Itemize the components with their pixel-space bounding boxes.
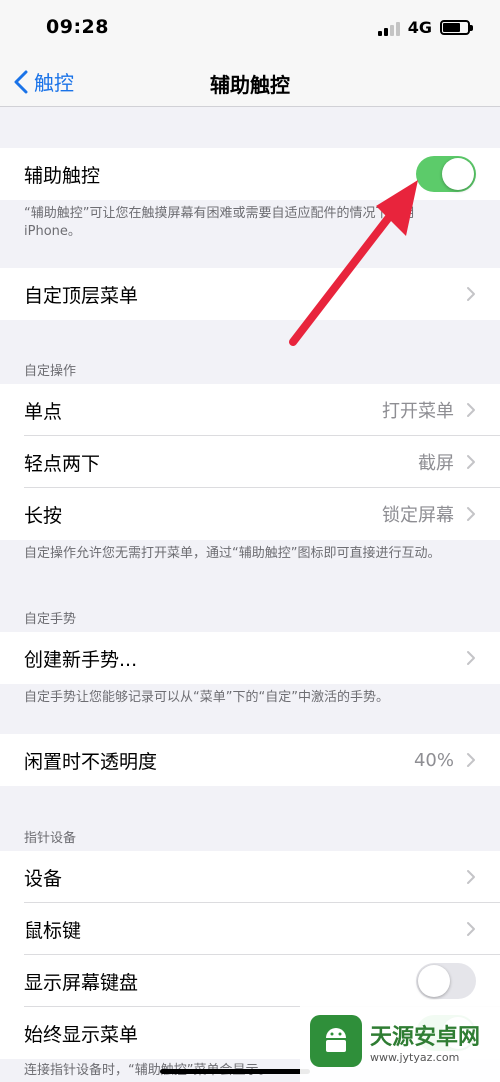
chevron-right-icon bbox=[467, 753, 475, 767]
action-value: 锁定屏幕 bbox=[382, 505, 454, 526]
navigation-bar: 触控 辅助触控 bbox=[0, 55, 500, 107]
chevron-right-icon bbox=[467, 455, 475, 469]
mouse-keys-label: 鼠标键 bbox=[24, 919, 82, 942]
custom-gestures-footer: 自定手势让您能够记录可以从“菜单”下的“自定”中激活的手势。 bbox=[24, 690, 389, 705]
mouse-keys-row[interactable]: 鼠标键 bbox=[0, 903, 500, 955]
customize-top-menu-label: 自定顶层菜单 bbox=[24, 284, 139, 307]
chevron-right-icon bbox=[467, 870, 475, 884]
action-label: 轻点两下 bbox=[24, 452, 101, 475]
action-label: 长按 bbox=[24, 504, 63, 527]
chevron-right-icon bbox=[467, 651, 475, 665]
create-new-gesture-label: 创建新手势... bbox=[24, 648, 138, 671]
idle-opacity-row[interactable]: 闲置时不透明度 40% bbox=[0, 734, 500, 786]
cellular-signal-icon bbox=[377, 20, 400, 36]
status-bar: 09:28 4G bbox=[0, 0, 500, 55]
watermark: 天源安卓网 www.jytyaz.com bbox=[300, 1000, 500, 1082]
network-type: 4G bbox=[407, 18, 432, 37]
assistive-touch-row: 辅助触控 bbox=[0, 148, 500, 200]
assistive-touch-toggle[interactable] bbox=[416, 156, 476, 192]
devices-label: 设备 bbox=[24, 867, 63, 890]
devices-row[interactable]: 设备 bbox=[0, 851, 500, 903]
pointer-devices-header: 指针设备 bbox=[24, 831, 77, 846]
status-indicators: 4G bbox=[377, 18, 473, 37]
custom-gestures-header: 自定手势 bbox=[24, 612, 77, 627]
action-double-tap-row[interactable]: 轻点两下 截屏 bbox=[0, 436, 500, 488]
customize-top-menu-row[interactable]: 自定顶层菜单 bbox=[0, 268, 500, 320]
action-value: 打开菜单 bbox=[382, 401, 454, 422]
action-single-tap-row[interactable]: 单点 打开菜单 bbox=[0, 384, 500, 436]
chevron-right-icon bbox=[467, 922, 475, 936]
custom-actions-footer: 自定操作允许您无需打开菜单，通过“辅助触控”图标即可直接进行互动。 bbox=[24, 546, 441, 561]
watermark-title: 天源安卓网 bbox=[370, 1024, 481, 1050]
android-logo-icon bbox=[310, 1015, 362, 1067]
idle-opacity-value: 40% bbox=[413, 749, 454, 771]
action-value: 截屏 bbox=[418, 453, 454, 474]
page-title: 辅助触控 bbox=[210, 73, 290, 97]
chevron-right-icon bbox=[467, 287, 475, 301]
chevron-right-icon bbox=[467, 403, 475, 417]
assistive-touch-label: 辅助触控 bbox=[24, 164, 101, 187]
assistive-touch-description: “辅助触控”可让您在触摸屏幕有困难或需要自适应配件的情况下使用 iPhone。 bbox=[24, 206, 415, 239]
show-onscreen-keyboard-toggle[interactable] bbox=[416, 963, 476, 999]
watermark-url: www.jytyaz.com bbox=[370, 1050, 460, 1064]
show-onscreen-keyboard-label: 显示屏幕键盘 bbox=[24, 971, 139, 994]
action-label: 单点 bbox=[24, 400, 63, 423]
custom-actions-header: 自定操作 bbox=[24, 364, 77, 379]
home-indicator[interactable] bbox=[160, 1069, 310, 1074]
status-time: 09:28 bbox=[46, 16, 109, 38]
idle-opacity-label: 闲置时不透明度 bbox=[24, 750, 158, 773]
battery-icon bbox=[440, 20, 473, 35]
chevron-right-icon bbox=[467, 507, 475, 521]
action-long-press-row[interactable]: 长按 锁定屏幕 bbox=[0, 488, 500, 540]
create-new-gesture-row[interactable]: 创建新手势... bbox=[0, 632, 500, 684]
